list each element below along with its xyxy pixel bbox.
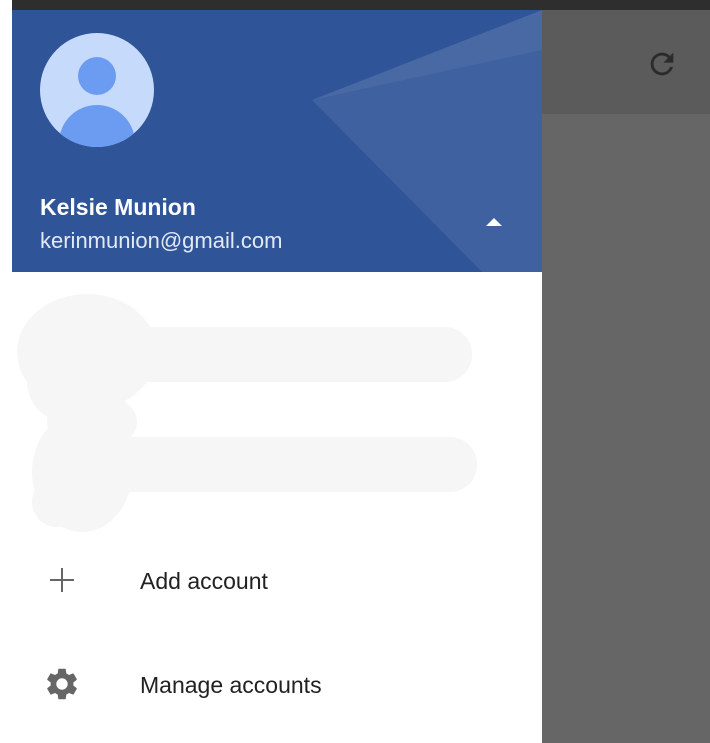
refresh-icon: [650, 52, 674, 76]
avatar[interactable]: [40, 33, 154, 147]
account-list-toggle[interactable]: [474, 206, 514, 238]
manage-accounts-item[interactable]: Manage accounts: [12, 632, 542, 732]
redacted-account-list: [17, 294, 477, 532]
add-account-item[interactable]: Add account: [12, 520, 542, 620]
manage-accounts-label: Manage accounts: [140, 672, 322, 698]
refresh-button[interactable]: [640, 42, 684, 86]
account-name: Kelsie Munion: [40, 194, 196, 220]
account-email: kerinmunion@gmail.com: [40, 228, 283, 253]
left-edge: [0, 0, 12, 743]
plus-icon: [42, 560, 82, 600]
add-account-label: Add account: [140, 568, 268, 594]
default-avatar-icon: [78, 57, 116, 95]
status-bar: [0, 0, 710, 10]
caret-up-icon: [486, 218, 502, 226]
account-drawer: Kelsie Munion kerinmunion@gmail.com Add …: [12, 10, 542, 743]
gear-icon: [42, 664, 82, 704]
avatar-body-shape: [59, 105, 135, 147]
account-header: Kelsie Munion kerinmunion@gmail.com: [12, 10, 542, 272]
